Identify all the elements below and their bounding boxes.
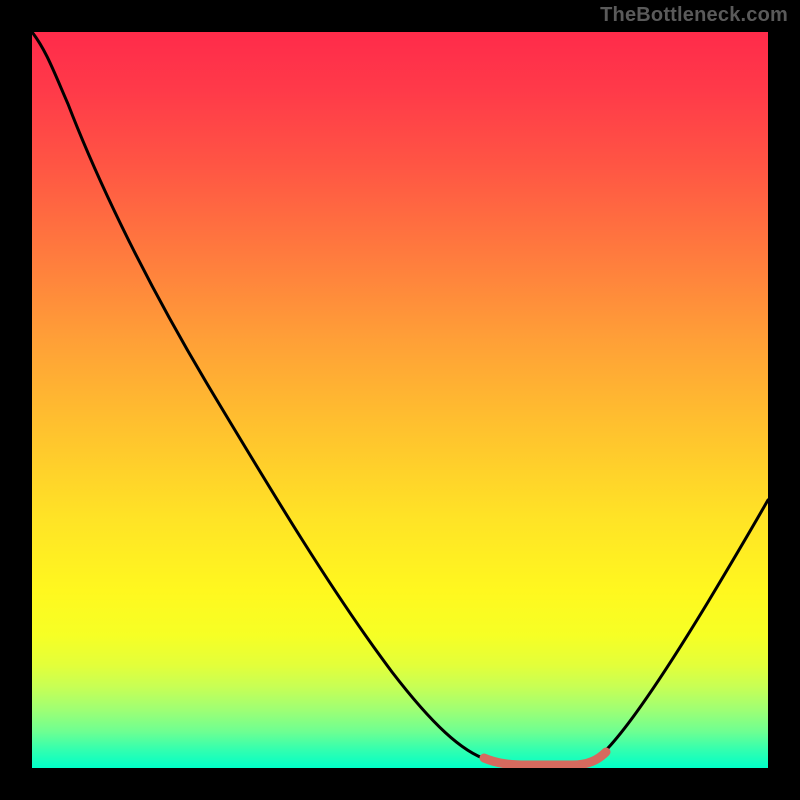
watermark-text: TheBottleneck.com [600, 4, 788, 27]
plot-area [32, 32, 768, 768]
highlight-layer [32, 32, 768, 768]
chart-frame: TheBottleneck.com [0, 0, 800, 800]
valley-highlight [484, 752, 606, 765]
